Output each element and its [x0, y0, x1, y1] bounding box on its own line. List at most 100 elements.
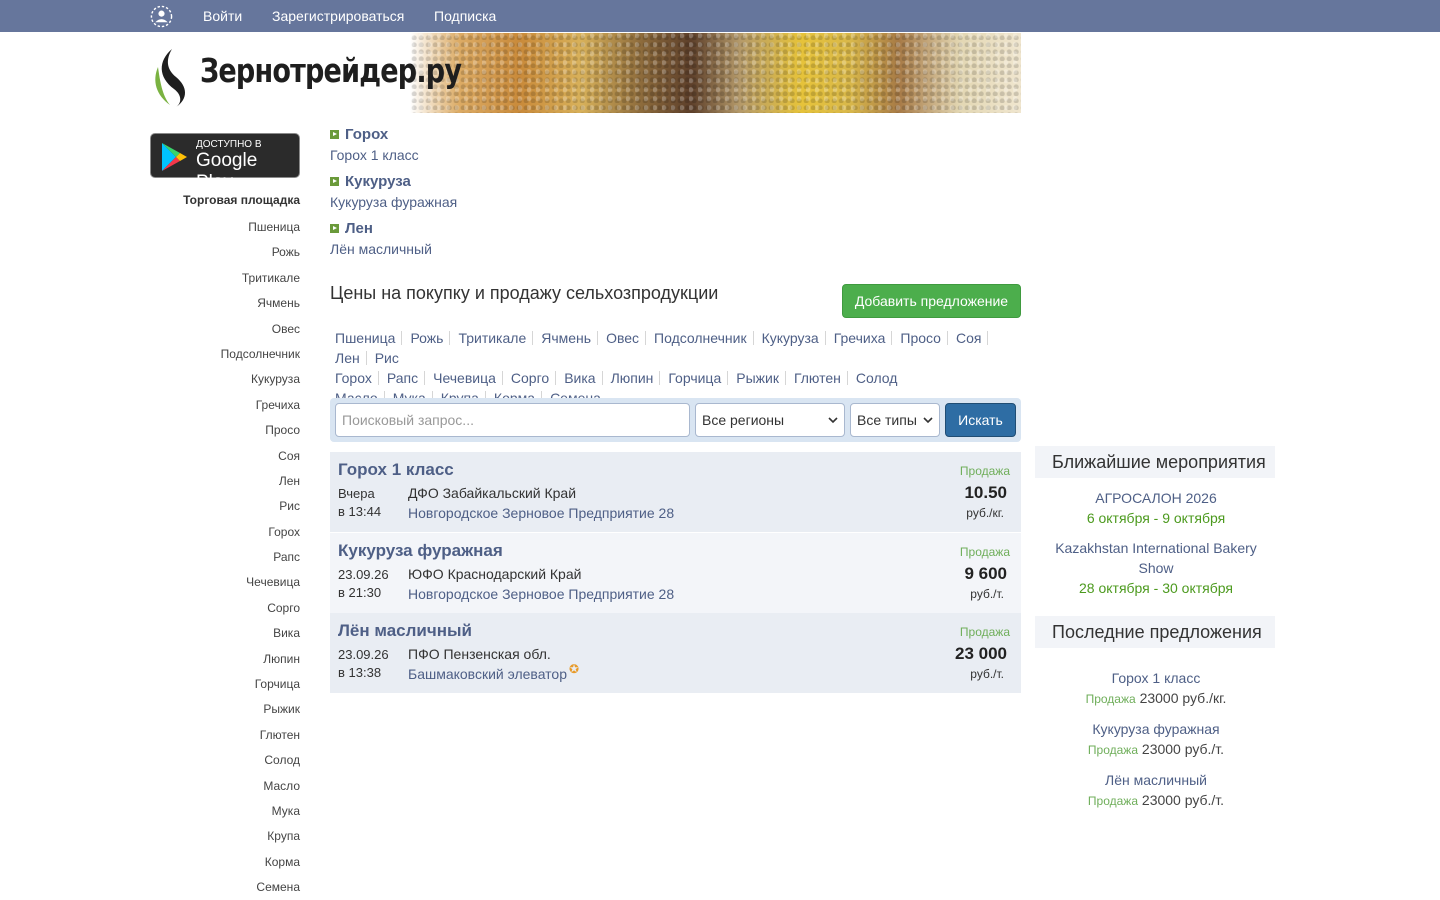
sidebar-item[interactable]: Солод [150, 751, 300, 776]
product-tag-list: Пшеница Рожь Тритикале Ячмень Овес Подсолнечн… [330, 328, 1030, 408]
product-tag-link[interactable]: Глютен [789, 371, 848, 385]
sidebar-item[interactable]: Гречиха [150, 396, 300, 421]
category-sub-link[interactable]: Кукуруза фуражная [330, 194, 457, 210]
sidebar-item[interactable]: Тритикале [150, 269, 300, 294]
product-tag-link[interactable]: Тритикале [453, 331, 534, 345]
offer-price: 10.50 [964, 483, 1007, 502]
offer-row[interactable]: Лён масличный 23.09.26 в 13:38 ПФО Пензен… [330, 613, 1021, 693]
product-tag-link[interactable]: Чечевица [428, 371, 503, 385]
sidebar-item[interactable]: Соя [150, 447, 300, 472]
sidebar-item[interactable]: Корма [150, 853, 300, 878]
sidebar-item[interactable]: Люпин [150, 650, 300, 675]
product-tag-link[interactable]: Гречиха [829, 331, 893, 345]
bullet-arrow-icon [330, 224, 339, 233]
product-tag-link[interactable]: Рыжик [731, 371, 786, 385]
offer-title[interactable]: Кукуруза фуражная [338, 541, 503, 561]
sidebar-item[interactable]: Рапс [150, 548, 300, 573]
offer-company-name[interactable]: Башмаковский элеватор [408, 666, 567, 682]
sidebar-item[interactable]: Лен [150, 472, 300, 497]
site-banner[interactable]: Зернотрейдер.ру [150, 33, 1021, 113]
category-sub-link[interactable]: Горох 1 класс [330, 147, 419, 163]
offer-company-link[interactable]: Новгородское Зерновое Предприятие 28 [408, 505, 674, 521]
sidebar-item[interactable]: Крупа [150, 827, 300, 852]
sidebar-item[interactable]: Сорго [150, 599, 300, 624]
product-tag-link[interactable]: Овес [601, 331, 647, 345]
product-tag-link[interactable]: Ячмень [536, 331, 599, 345]
sidebar-item[interactable]: Просо [150, 421, 300, 446]
last-offer-link[interactable]: Кукуруза фуражная [1035, 719, 1277, 739]
event-name-link[interactable]: АГРОСАЛОН 2026 [1035, 488, 1277, 508]
bullet-arrow-icon [330, 130, 339, 139]
category-sub-link[interactable]: Лён масличный [330, 241, 432, 257]
offer-title[interactable]: Лён масличный [338, 621, 472, 641]
google-play-small-text: Доступно в [196, 139, 262, 150]
product-tag-link[interactable]: Просо [895, 331, 948, 345]
search-input[interactable] [335, 403, 690, 437]
sidebar-item[interactable]: Мука [150, 802, 300, 827]
product-tag-link[interactable]: Кукуруза [757, 331, 826, 345]
product-tag-link[interactable]: Вика [559, 371, 603, 385]
offer-row[interactable]: Кукуруза фуражная 23.09.26 в 21:30 ЮФО Кр… [330, 533, 1021, 613]
product-tag-link[interactable]: Люпин [606, 371, 661, 385]
last-offer-price: 23000 руб./т. [1141, 792, 1225, 808]
sidebar-item[interactable]: Рожь [150, 243, 300, 268]
sidebar-item[interactable]: Рыжик [150, 700, 300, 725]
sidebar-item[interactable]: Горох [150, 523, 300, 548]
search-button[interactable]: Искать [945, 403, 1016, 437]
register-link[interactable]: Зарегистрироваться [272, 8, 404, 24]
product-tag-link[interactable]: Сорго [506, 371, 557, 385]
product-tag-link[interactable]: Рожь [405, 331, 451, 345]
events-heading: Ближайшие мероприятия [1035, 446, 1275, 478]
offer-unit: руб./т. [970, 667, 1004, 681]
offer-company-link[interactable]: Новгородское Зерновое Предприятие 28 [408, 586, 674, 602]
add-offer-button[interactable]: Добавить предложение [842, 284, 1021, 318]
category-heading[interactable]: Горох [330, 126, 419, 143]
product-tag-link[interactable]: Рапс [382, 371, 426, 385]
last-offer-link[interactable]: Лён масличный [1035, 770, 1277, 790]
offer-date-time: в 13:38 [338, 665, 382, 680]
sidebar-item[interactable]: Глютен [150, 726, 300, 751]
google-play-badge[interactable]: Доступно в Google Play [150, 133, 300, 193]
region-select[interactable]: Все регионы [695, 403, 845, 437]
category-name[interactable]: Горох [345, 126, 388, 143]
product-tag-link[interactable]: Горох [330, 371, 379, 385]
sidebar-item[interactable]: Семена [150, 878, 300, 900]
user-icon[interactable] [150, 5, 173, 28]
offer-row[interactable]: Горох 1 класс Вчера в 13:44 ДФО Забайкаль… [330, 452, 1021, 532]
sidebar-item[interactable]: Масло [150, 777, 300, 802]
sidebar-item[interactable]: Горчица [150, 675, 300, 700]
category-name[interactable]: Кукуруза [345, 173, 411, 190]
product-tag-link[interactable]: Подсолнечник [649, 331, 754, 345]
type-select[interactable]: Все типы [850, 403, 940, 437]
event-date: 6 октября - 9 октября [1086, 510, 1226, 526]
category-heading[interactable]: Лен [330, 220, 432, 237]
product-tag-link[interactable]: Рис [370, 351, 405, 365]
product-tag-link[interactable]: Пшеница [330, 331, 403, 345]
event-name-link[interactable]: Kazakhstan International Bakery Show [1035, 538, 1277, 578]
events-list: АГРОСАЛОН 2026 6 октября - 9 октября Kaz… [1035, 488, 1277, 608]
category-heading[interactable]: Кукуруза [330, 173, 457, 190]
sidebar-title[interactable]: Торговая площадка [183, 193, 300, 207]
last-offer-link[interactable]: Горох 1 класс [1035, 668, 1277, 688]
login-link[interactable]: Войти [203, 8, 242, 24]
offer-title[interactable]: Горох 1 класс [338, 460, 454, 480]
category-name[interactable]: Лен [345, 220, 373, 237]
product-tag-link[interactable]: Солод [851, 371, 904, 385]
sidebar-item[interactable]: Кукуруза [150, 370, 300, 395]
category-block: Горох Горох 1 класс [330, 126, 419, 163]
sidebar-item[interactable]: Ячмень [150, 294, 300, 319]
last-offer-info: Продажа 23000 руб./т. [1035, 790, 1277, 811]
subscribe-link[interactable]: Подписка [434, 8, 496, 24]
offer-company-link[interactable]: Башмаковский элеватор ✪ [408, 662, 579, 682]
product-tag-link[interactable]: Горчица [663, 371, 729, 385]
sidebar-item[interactable]: Рис [150, 497, 300, 522]
sidebar-item[interactable]: Пшеница [150, 218, 300, 243]
sidebar-item[interactable]: Чечевица [150, 573, 300, 598]
sidebar-item[interactable]: Овес [150, 320, 300, 345]
last-offer-type: Продажа [1087, 794, 1139, 808]
product-tag-link[interactable]: Лен [330, 351, 367, 365]
category-block: Лен Лён масличный [330, 220, 432, 257]
sidebar-item[interactable]: Вика [150, 624, 300, 649]
sidebar-item[interactable]: Подсолнечник [150, 345, 300, 370]
product-tag-link[interactable]: Соя [951, 331, 989, 345]
